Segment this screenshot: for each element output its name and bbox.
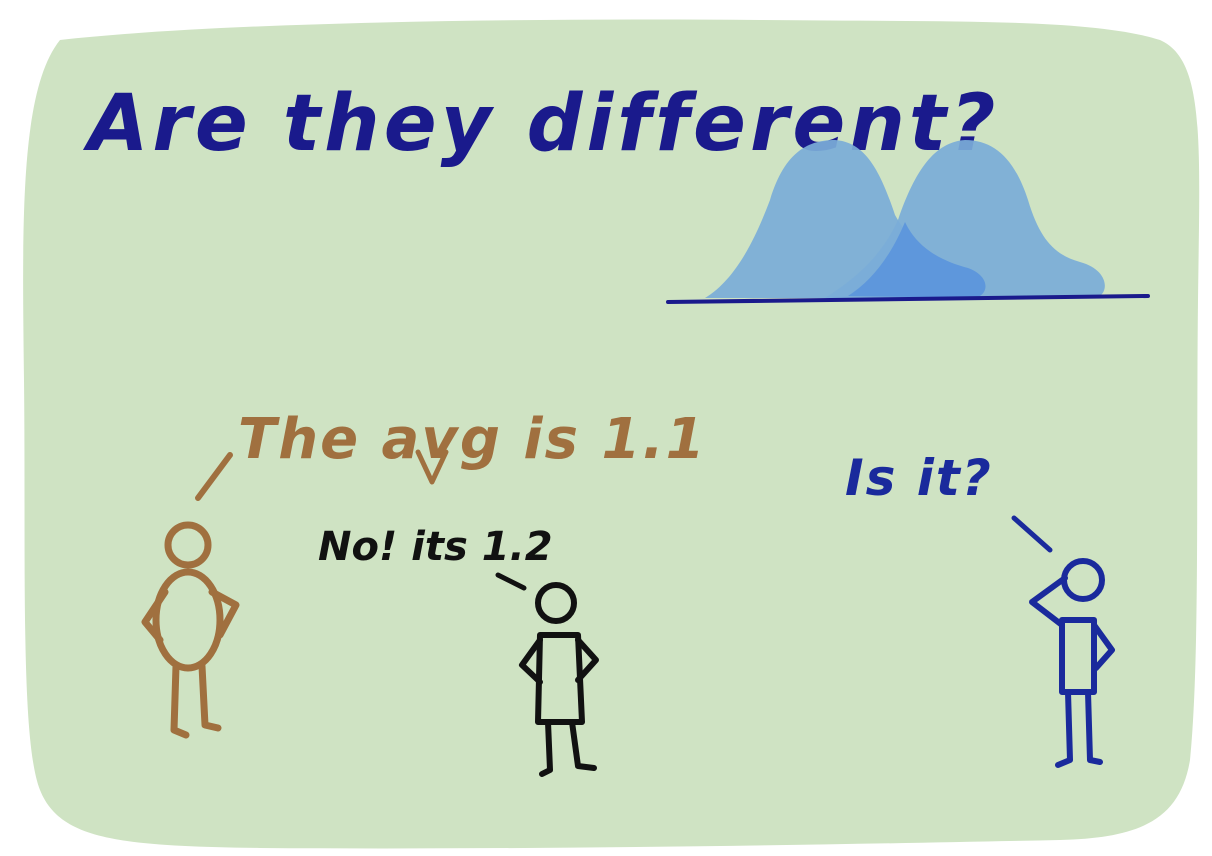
blue-speech-text: Is it? xyxy=(845,449,993,507)
black-speech-text: No! its 1.2 xyxy=(318,524,553,570)
brown-speech-text: The avg is 1.1 xyxy=(238,407,707,472)
cartoon-scene: Are they different? The avg is 1.1 No! i… xyxy=(0,0,1212,856)
illustration-canvas: Are they different? The avg is 1.1 No! i… xyxy=(23,19,1200,849)
